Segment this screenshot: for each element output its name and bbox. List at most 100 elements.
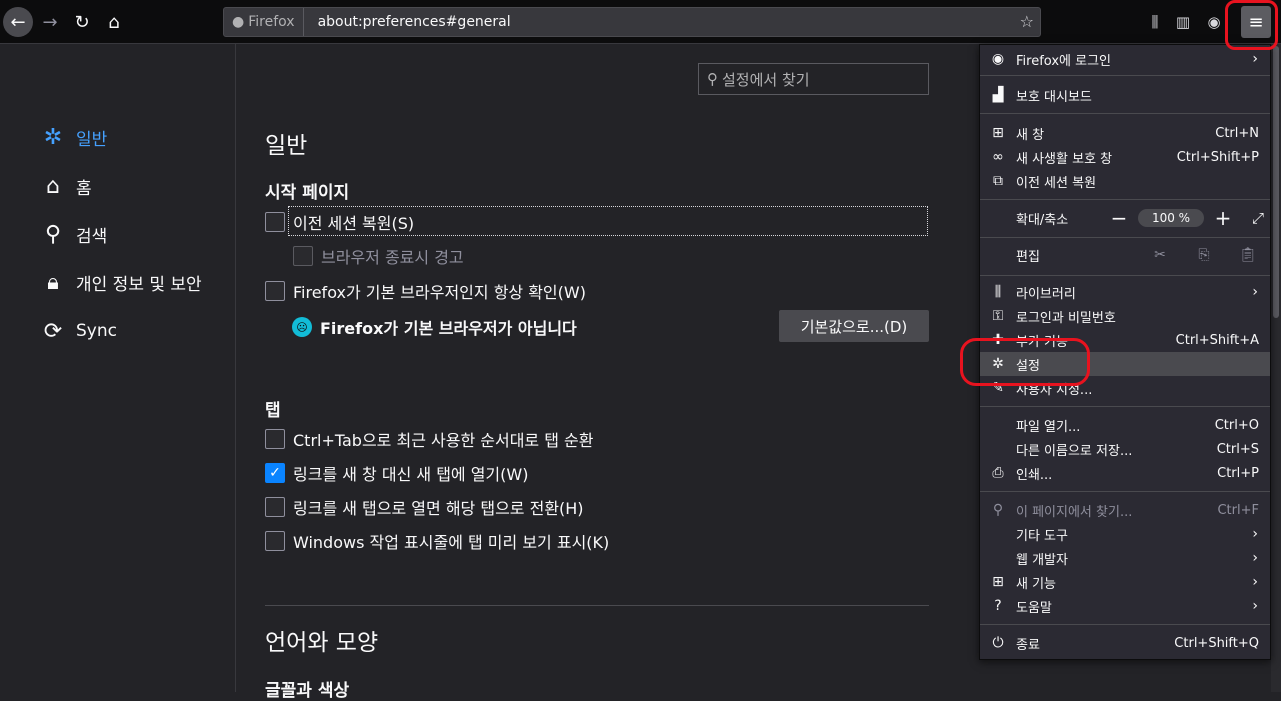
menu-print[interactable]: ⎙ 인쇄... Ctrl+P [980, 461, 1270, 485]
menu-find[interactable]: ⚲ 이 페이지에서 찾기... Ctrl+F [980, 498, 1270, 522]
back-button[interactable]: ← [3, 7, 33, 37]
menu-label: 웹 개발자 [1016, 552, 1068, 568]
menu-label: 기타 도구 [1016, 528, 1068, 544]
forward-button[interactable]: → [35, 7, 65, 37]
search-icon: ⚲ [44, 221, 62, 247]
checkbox-checked[interactable]: ✓ [265, 463, 285, 483]
not-default-notice: ☹ Firefox가 기본 브라우저가 아닙니다 [292, 315, 577, 339]
not-default-text: Firefox가 기본 브라우저가 아닙니다 [320, 319, 577, 338]
checkbox[interactable] [265, 212, 285, 232]
menu-quit[interactable]: ⏻ 종료 Ctrl+Shift+Q [980, 631, 1270, 655]
zoom-out-button[interactable]: − [1106, 206, 1132, 230]
menu-protections[interactable]: ▟ 보호 대시보드 [980, 83, 1270, 107]
dashboard-icon: ▟ [992, 87, 1004, 103]
category-sync[interactable]: ⟳ Sync [40, 318, 117, 344]
zoom-reset-button[interactable]: 100 % [1138, 209, 1204, 227]
category-label: 홈 [76, 178, 92, 199]
menu-label: 새 기능 [1016, 576, 1057, 592]
menu-logins[interactable]: ⚿ 로그인과 비밀번호 [980, 304, 1270, 328]
taskbar-previews-option[interactable]: Windows 작업 표시줄에 탭 미리 보기 표시(K) [265, 529, 609, 553]
sidebar-icon[interactable]: ▥ [1171, 10, 1195, 34]
menu-shortcut: Ctrl+Shift+Q [1174, 635, 1259, 651]
search-placeholder: 설정에서 찾기 [722, 70, 810, 89]
menu-restore-session[interactable]: ⧉ 이전 세션 복원 [980, 169, 1270, 193]
firefox-icon: ● [232, 14, 245, 30]
url-text[interactable]: about:preferences#general [304, 14, 511, 30]
settings-search-input[interactable]: ⚲ 설정에서 찾기 [698, 63, 929, 95]
checkbox[interactable] [265, 531, 285, 551]
copy-icon[interactable]: ⎘ [1182, 247, 1226, 263]
menu-label: 새 창 [1016, 127, 1045, 143]
fonts-heading: 글꼴과 색상 [265, 681, 350, 701]
account-icon: ◉ [991, 51, 1005, 67]
category-privacy[interactable]: 🔒︎ 개인 정보 및 보안 [40, 269, 202, 295]
checkbox[interactable] [265, 281, 285, 301]
chevron-right-icon: › [1252, 598, 1258, 614]
menu-separator [980, 199, 1270, 200]
menu-save-as[interactable]: 다른 이름으로 저장... Ctrl+S [980, 437, 1270, 461]
paste-icon[interactable]: 📋︎ [1226, 247, 1270, 263]
menu-label: 편집 [1016, 249, 1040, 265]
menu-label: 다른 이름으로 저장... [1016, 443, 1133, 459]
cut-icon[interactable]: ✂ [1138, 247, 1182, 263]
restore-session-option[interactable]: 이전 세션 복원(S) [265, 210, 414, 234]
menu-signin[interactable]: ◉ Firefox에 로그인 › [980, 47, 1270, 71]
menu-more-tools[interactable]: 기타 도구 › [980, 522, 1270, 546]
menu-label: 확대/축소 [1016, 212, 1069, 228]
restore-icon: ⧉ [993, 173, 1003, 189]
zoom-in-button[interactable]: + [1210, 206, 1236, 230]
restore-session-label: 이전 세션 복원(S) [293, 214, 415, 233]
category-general[interactable]: ✲ 일반 [40, 124, 108, 150]
sync-icon: ⟳ [43, 318, 63, 344]
identity-box[interactable]: ● Firefox [224, 8, 304, 36]
menu-label: Firefox에 로그인 [1016, 53, 1111, 69]
make-default-button[interactable]: 기본값으로...(D) [779, 310, 929, 342]
menu-private-window[interactable]: ∞ 새 사생활 보호 창 Ctrl+Shift+P [980, 145, 1270, 169]
checkbox [293, 246, 313, 266]
help-icon: ? [994, 598, 1002, 614]
switch-to-tab-option[interactable]: 링크를 새 탭으로 열면 해당 탭으로 전환(H) [265, 495, 584, 519]
url-bar[interactable]: ● Firefox about:preferences#general ☆ [223, 7, 1041, 37]
menu-label: 라이브러리 [1016, 286, 1076, 302]
category-home[interactable]: ⌂ 홈 [40, 173, 92, 199]
library-icon[interactable]: ⫼ [1143, 10, 1167, 34]
open-links-in-tabs-option[interactable]: ✓ 링크를 새 창 대신 새 탭에 열기(W) [265, 461, 528, 485]
menu-label: 보호 대시보드 [1016, 89, 1092, 105]
reload-button[interactable]: ↻ [67, 7, 97, 37]
ctrl-tab-option[interactable]: Ctrl+Tab으로 최근 사용한 순서대로 탭 순환 [265, 427, 593, 451]
account-icon[interactable]: ◉ [1202, 10, 1226, 34]
browser-toolbar: ← → ↻ ⌂ ● Firefox about:preferences#gene… [0, 0, 1281, 44]
menu-separator [980, 275, 1270, 276]
menu-separator [980, 75, 1270, 76]
chevron-right-icon: › [1252, 526, 1258, 542]
home-button[interactable]: ⌂ [99, 7, 129, 37]
menu-separator [980, 113, 1270, 114]
menu-web-developer[interactable]: 웹 개발자 › [980, 546, 1270, 570]
fullscreen-icon[interactable]: ⤢ [1252, 209, 1264, 227]
search-icon: ⚲ [707, 70, 718, 88]
menu-whats-new[interactable]: ⊞ 새 기능 › [980, 570, 1270, 594]
lock-icon: 🔒︎ [47, 269, 59, 295]
checkbox[interactable] [265, 497, 285, 517]
check-default-option[interactable]: Firefox가 기본 브라우저인지 항상 확인(W) [265, 279, 586, 303]
category-search[interactable]: ⚲ 검색 [40, 221, 107, 247]
warn-on-quit-label: 브라우저 종료시 경고 [321, 248, 464, 267]
menu-separator [980, 624, 1270, 625]
ctrl-tab-label: Ctrl+Tab으로 최근 사용한 순서대로 탭 순환 [293, 431, 594, 450]
tabs-heading: 탭 [265, 401, 281, 421]
bookmark-star-icon[interactable]: ☆ [1020, 12, 1034, 31]
menu-open-file[interactable]: 파일 열기... Ctrl+O [980, 413, 1270, 437]
category-label: 일반 [76, 129, 108, 150]
arrow-right-icon: → [42, 11, 58, 33]
menu-separator [980, 237, 1270, 238]
arrow-left-icon: ← [10, 11, 26, 33]
menu-library[interactable]: ⫼ 라이브러리 › [980, 280, 1270, 304]
menu-help[interactable]: ? 도움말 › [980, 594, 1270, 618]
preferences-main: ⚲ 설정에서 찾기 일반 시작 페이지 이전 세션 복원(S) 브라우저 종료시… [237, 44, 979, 701]
scrollbar-thumb[interactable] [1273, 46, 1279, 318]
menu-shortcut: Ctrl+F [1217, 502, 1259, 518]
checkbox[interactable] [265, 429, 285, 449]
highlight-ring-settings [960, 338, 1090, 386]
menu-new-window[interactable]: ⊞ 새 창 Ctrl+N [980, 121, 1270, 145]
key-icon: ⚿ [992, 308, 1004, 324]
